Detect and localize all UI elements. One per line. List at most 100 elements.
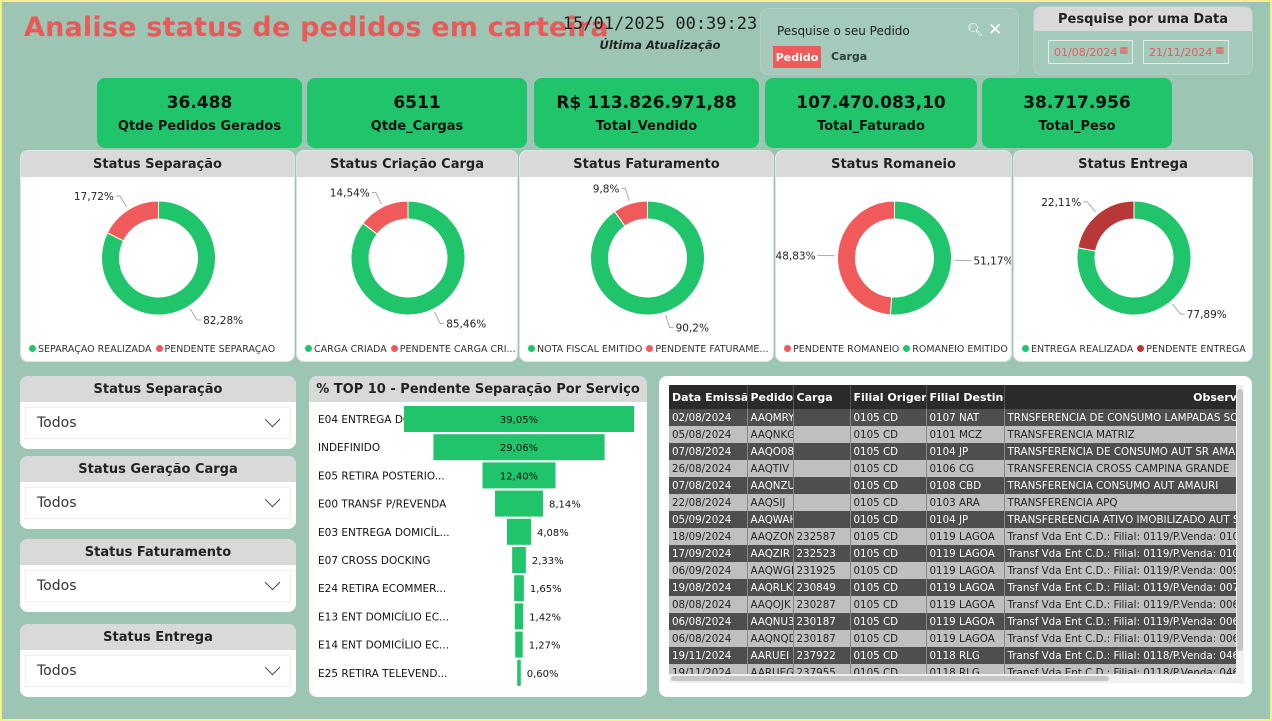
table-cell: 06/08/2024 bbox=[669, 613, 748, 630]
close-icon[interactable]: ✕ bbox=[988, 20, 1002, 40]
table-cell: 08/08/2024 bbox=[669, 596, 748, 613]
kpi-value: 36.488 bbox=[166, 93, 233, 113]
label-leader-line bbox=[665, 315, 674, 329]
table-header-row: Data EmissãoPedidoCargaFilial OrigemFili… bbox=[669, 385, 1236, 409]
calendar-icon[interactable]: ▦ bbox=[1119, 46, 1128, 56]
table-row[interactable]: 06/09/2024 AAQWGL 231925 0105 CD 0119 LAGOA T… bbox=[669, 562, 1236, 579]
legend-item[interactable]: ROMANEIO EMITIDO bbox=[903, 344, 1008, 355]
slicer-dropdown[interactable]: Todos bbox=[25, 570, 291, 602]
table-row[interactable]: 05/08/2024 AAQNKG 0105 CD 0101 MCZ TRANSFERE… bbox=[669, 426, 1236, 443]
table-row[interactable]: 06/08/2024 AAQNQD 230187 0105 CD 0119 LAGOA T… bbox=[669, 630, 1236, 647]
legend-item[interactable]: CARGA CRIADA bbox=[305, 344, 387, 355]
funnel-chart-svg: E04 ENTREGA DOMICÍL... 39,05%INDEFINIDO 29… bbox=[318, 406, 634, 686]
funnel-bar[interactable] bbox=[514, 603, 524, 630]
legend-item[interactable]: PENDENTE CARGA CRI... bbox=[390, 344, 516, 355]
chevron-down-icon[interactable] bbox=[264, 659, 281, 676]
start-date-input[interactable]: 01/08/2024 ▦ bbox=[1048, 40, 1133, 64]
legend-item[interactable]: PENDENTE FATURAME... bbox=[646, 344, 768, 355]
table-cell: AAQO08 bbox=[747, 443, 794, 460]
scrollbar-thumb[interactable] bbox=[671, 676, 1109, 681]
column-header[interactable]: Carga bbox=[793, 385, 851, 409]
slicer-status-geracao-carga: Status Geração Carga Todos bbox=[20, 456, 296, 529]
slicer-dropdown[interactable]: Todos bbox=[25, 487, 291, 519]
donut-slice-realizado[interactable] bbox=[889, 200, 952, 316]
table-row[interactable]: 02/08/2024 AAQMRY 0105 CD 0107 NAT TRNSFEREN… bbox=[669, 409, 1236, 426]
slicer-title: Status Entrega bbox=[20, 624, 296, 650]
legend-label: CARGA CRIADA bbox=[314, 344, 387, 355]
table-row[interactable]: 08/08/2024 AAQOJK 230287 0105 CD 0119 LAGOA T… bbox=[669, 596, 1236, 613]
column-header[interactable]: Pedido bbox=[747, 385, 794, 409]
end-date-input[interactable]: 21/11/2024 ▦ bbox=[1143, 40, 1229, 64]
legend-label: PENDENTE ROMANEIO bbox=[793, 344, 900, 355]
search-icon[interactable]: 🔍︎ bbox=[967, 23, 984, 38]
funnel-bar[interactable] bbox=[495, 490, 543, 517]
column-header[interactable]: Filial Destino bbox=[926, 385, 1005, 409]
legend-dot-icon bbox=[305, 345, 312, 352]
table-row[interactable]: 07/08/2024 AAQNZU 0105 CD 0108 CBD TRANSFERE… bbox=[669, 477, 1236, 494]
column-header[interactable]: Data Emissão bbox=[669, 385, 748, 409]
legend-item[interactable]: PENDENTE ENTREGA bbox=[1137, 344, 1246, 355]
table-row[interactable]: 07/08/2024 AAQO08 0105 CD 0104 JP TRANSFEREN… bbox=[669, 443, 1236, 460]
legend-item[interactable]: NOTA FISCAL EMITIDO bbox=[528, 344, 642, 355]
slicer-dropdown[interactable]: Todos bbox=[25, 655, 291, 687]
donut-slice-pendente[interactable] bbox=[837, 200, 895, 316]
table-row[interactable]: 06/08/2024 AAQNU3 230187 0105 CD 0119 LAGOA T… bbox=[669, 613, 1236, 630]
table-cell: 0119 LAGOA bbox=[926, 545, 1005, 562]
kpi-value: 38.717.956 bbox=[1023, 93, 1131, 113]
column-header[interactable]: Filial Origem bbox=[850, 385, 927, 409]
kpi-card-pedidos: 36.488 Qtde Pedidos Gerados bbox=[97, 78, 302, 148]
legend-item[interactable]: PENDENTE ROMANEIO bbox=[784, 344, 899, 355]
funnel-bar[interactable] bbox=[515, 631, 523, 658]
data-label: 1,27% bbox=[529, 641, 561, 652]
chart-legend: SEPARAÇÃO REALIZADA PENDENTE SEPARAÇÃO bbox=[21, 344, 294, 355]
funnel-bar[interactable] bbox=[506, 518, 532, 545]
column-header[interactable]: Observações N bbox=[1004, 385, 1236, 409]
donut-slice-pendente[interactable] bbox=[106, 200, 159, 242]
table-cell: AAQNZU bbox=[747, 477, 794, 494]
table-cell: 26/08/2024 bbox=[669, 460, 748, 477]
table-cell: AAQWGL bbox=[747, 562, 794, 579]
search-input[interactable]: Pesquise o seu Pedido bbox=[777, 24, 910, 38]
data-label: 2,33% bbox=[532, 556, 564, 567]
vertical-scrollbar[interactable] bbox=[1236, 385, 1244, 684]
search-option-pedido[interactable]: Pedido bbox=[773, 46, 821, 68]
slicer-dropdown[interactable]: Todos bbox=[25, 407, 291, 439]
table-row[interactable]: 26/08/2024 AAQTIV 0105 CD 0106 CG TRANSFEREN… bbox=[669, 460, 1236, 477]
table-row[interactable]: 18/09/2024 AAQZON 232587 0105 CD 0119 LAGOA T… bbox=[669, 528, 1236, 545]
horizontal-scrollbar[interactable] bbox=[669, 674, 1236, 683]
legend-item[interactable]: SEPARAÇÃO REALIZADA bbox=[29, 344, 152, 355]
table-row[interactable]: 17/09/2024 AAQZIR 232523 0105 CD 0119 LAGOA T… bbox=[669, 545, 1236, 562]
legend-label: ENTREGA REALIZADA bbox=[1031, 344, 1134, 355]
donut-slice-pendente[interactable] bbox=[1077, 200, 1135, 252]
table-cell: 05/09/2024 bbox=[669, 511, 748, 528]
funnel-bar[interactable] bbox=[517, 659, 521, 686]
search-option-carga[interactable]: Carga bbox=[831, 50, 867, 63]
donut-chart-svg: 48,83% 51,17% bbox=[776, 200, 1011, 316]
legend-dot-icon bbox=[390, 345, 398, 352]
slicer-title: Status Separação bbox=[20, 376, 296, 402]
legend-label: ROMANEIO EMITIDO bbox=[912, 344, 1008, 355]
kpi-label: Qtde Pedidos Gerados bbox=[117, 119, 282, 134]
table-cell: AAQRLK bbox=[747, 579, 794, 596]
legend-item[interactable]: ENTREGA REALIZADA bbox=[1022, 344, 1133, 355]
data-label: 1,65% bbox=[530, 584, 562, 595]
kpi-value: R$ 113.826.971,88 bbox=[556, 93, 737, 113]
chevron-down-icon[interactable] bbox=[264, 574, 281, 591]
funnel-bar[interactable] bbox=[512, 547, 526, 573]
funnel-bar[interactable] bbox=[514, 575, 524, 602]
legend-item[interactable]: PENDENTE SEPARAÇÃO bbox=[155, 344, 275, 355]
chevron-down-icon[interactable] bbox=[264, 411, 281, 428]
chevron-down-icon[interactable] bbox=[264, 491, 281, 508]
table-row[interactable]: 22/08/2024 AAQSIJ 0105 CD 0103 ARA TRANSFERE… bbox=[669, 494, 1236, 511]
kpi-value: 6511 bbox=[393, 93, 441, 113]
table-row[interactable]: 19/08/2024 AAQRLK 230849 0105 CD 0119 LAGOA T… bbox=[669, 579, 1236, 596]
table-cell: 19/11/2024 bbox=[669, 647, 748, 664]
table-cell: 0105 CD bbox=[850, 630, 927, 647]
scrollbar-thumb[interactable] bbox=[1237, 389, 1243, 651]
table-cell: 05/08/2024 bbox=[669, 426, 748, 443]
calendar-icon[interactable]: ▦ bbox=[1215, 46, 1224, 56]
table-row[interactable]: 05/09/2024 AAQWAH 0105 CD 0104 JP TRANSFEREE… bbox=[669, 511, 1236, 528]
category-label: E25 RETIRA TELEVEND... bbox=[318, 668, 447, 680]
date-filter: Pesquise por uma Data 01/08/2024 ▦ 21/11… bbox=[1033, 6, 1253, 75]
table-row[interactable]: 19/11/2024 AARUEI 237922 0105 CD 0118 RLG Tra… bbox=[669, 647, 1236, 664]
